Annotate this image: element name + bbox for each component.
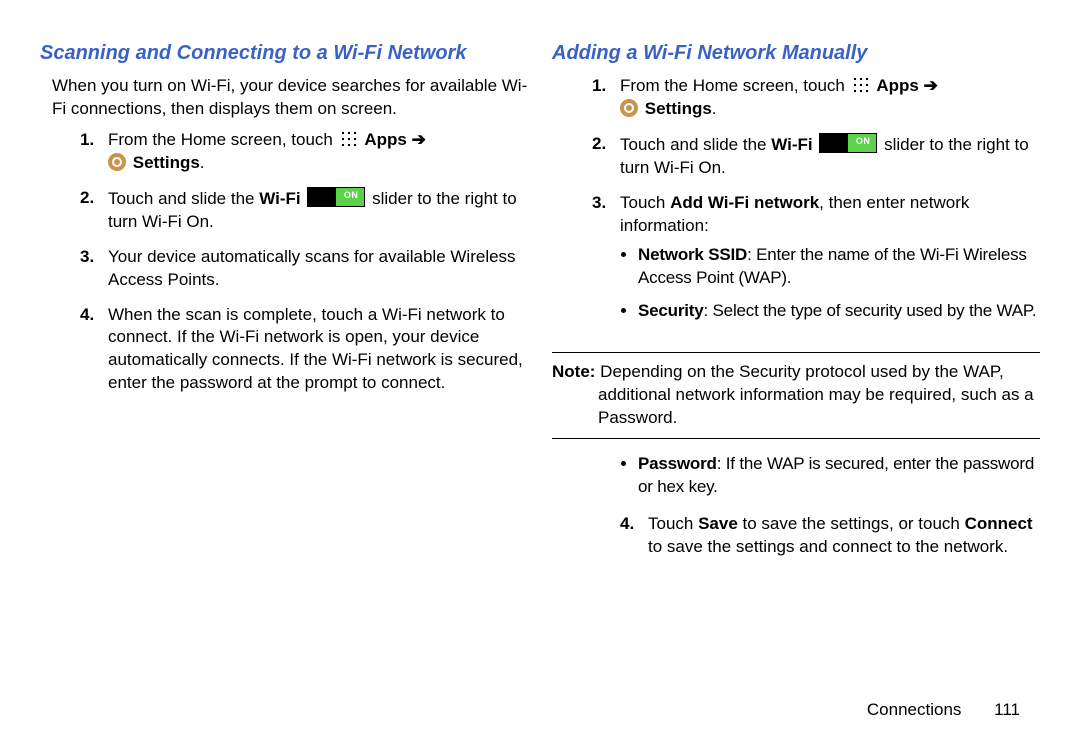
settings-gear-icon — [620, 99, 638, 117]
arrow-icon: ➔ — [924, 76, 938, 95]
text: : Select the type of security used by th… — [704, 301, 1037, 320]
apps-grid-icon — [852, 76, 870, 94]
settings-label: Settings — [645, 99, 712, 118]
right-step-2: Touch and slide the Wi-Fi slider to the … — [592, 133, 1040, 192]
left-step-3: Your device automatically scans for avai… — [80, 246, 528, 304]
left-step-2: Touch and slide the Wi-Fi slider to the … — [80, 187, 528, 246]
arrow-icon: ➔ — [412, 130, 426, 149]
right-heading: Adding a Wi-Fi Network Manually — [552, 40, 1040, 67]
note-block: Note: Depending on the Security protocol… — [552, 352, 1040, 439]
text-bold: Network SSID — [638, 245, 747, 264]
footer-section: Connections — [867, 700, 962, 719]
text: From the Home screen, touch — [108, 130, 338, 149]
left-intro: When you turn on Wi-Fi, your device sear… — [52, 75, 528, 121]
wifi-on-toggle-icon — [307, 187, 365, 207]
text: Touch and slide the — [620, 135, 771, 154]
left-step-4: When the scan is complete, touch a Wi-Fi… — [80, 304, 528, 408]
apps-label: Apps — [364, 130, 411, 149]
left-column: Scanning and Connecting to a Wi-Fi Netwo… — [40, 40, 528, 680]
apps-grid-icon — [340, 130, 358, 148]
text-bold: Password — [638, 454, 717, 473]
wifi-label: Wi-Fi — [771, 135, 817, 154]
post-note-content: Password: If the WAP is secured, enter t… — [552, 453, 1040, 559]
step-number: 4. — [620, 513, 634, 536]
text: to save the settings and connect to the … — [648, 537, 1008, 556]
left-step-1: From the Home screen, touch Apps ➔ Setti… — [80, 129, 528, 187]
text: Touch — [620, 193, 670, 212]
footer-page-number: 111 — [994, 700, 1020, 719]
network-info-bullets: Network SSID: Enter the name of the Wi-F… — [620, 244, 1040, 333]
wifi-on-toggle-icon — [819, 133, 877, 153]
right-step-1: From the Home screen, touch Apps ➔ Setti… — [592, 75, 1040, 133]
password-bullet-list: Password: If the WAP is secured, enter t… — [620, 453, 1040, 509]
settings-label: Settings — [133, 153, 200, 172]
text-bold: Save — [698, 514, 738, 533]
text-bold: Connect — [965, 514, 1033, 533]
note-text: Note: Depending on the Security protocol… — [552, 361, 1040, 430]
left-steps: From the Home screen, touch Apps ➔ Setti… — [40, 129, 528, 407]
bullet-password: Password: If the WAP is secured, enter t… — [638, 453, 1040, 509]
page-footer: Connections 111 — [0, 700, 1080, 750]
apps-label: Apps — [876, 76, 923, 95]
text: . — [712, 99, 717, 118]
bullet-ssid: Network SSID: Enter the name of the Wi-F… — [638, 244, 1040, 300]
wifi-label: Wi-Fi — [259, 189, 305, 208]
text-bold: Add Wi-Fi network — [670, 193, 819, 212]
right-step-4: 4. Touch Save to save the settings, or t… — [620, 513, 1040, 559]
left-heading: Scanning and Connecting to a Wi-Fi Netwo… — [40, 40, 528, 67]
bullet-security: Security: Select the type of security us… — [638, 300, 1040, 333]
text: Depending on the Security protocol used … — [595, 362, 1033, 427]
page-content: Scanning and Connecting to a Wi-Fi Netwo… — [0, 0, 1080, 700]
note-label: Note: — [552, 362, 595, 381]
right-column: Adding a Wi-Fi Network Manually From the… — [552, 40, 1040, 680]
right-steps: From the Home screen, touch Apps ➔ Setti… — [552, 75, 1040, 344]
text: to save the settings, or touch — [738, 514, 965, 533]
text-bold: Security — [638, 301, 704, 320]
right-step-3: Touch Add Wi-Fi network, then enter netw… — [592, 192, 1040, 345]
text: . — [200, 153, 205, 172]
settings-gear-icon — [108, 153, 126, 171]
text: Touch and slide the — [108, 189, 259, 208]
text: From the Home screen, touch — [620, 76, 850, 95]
text: Touch — [648, 514, 698, 533]
